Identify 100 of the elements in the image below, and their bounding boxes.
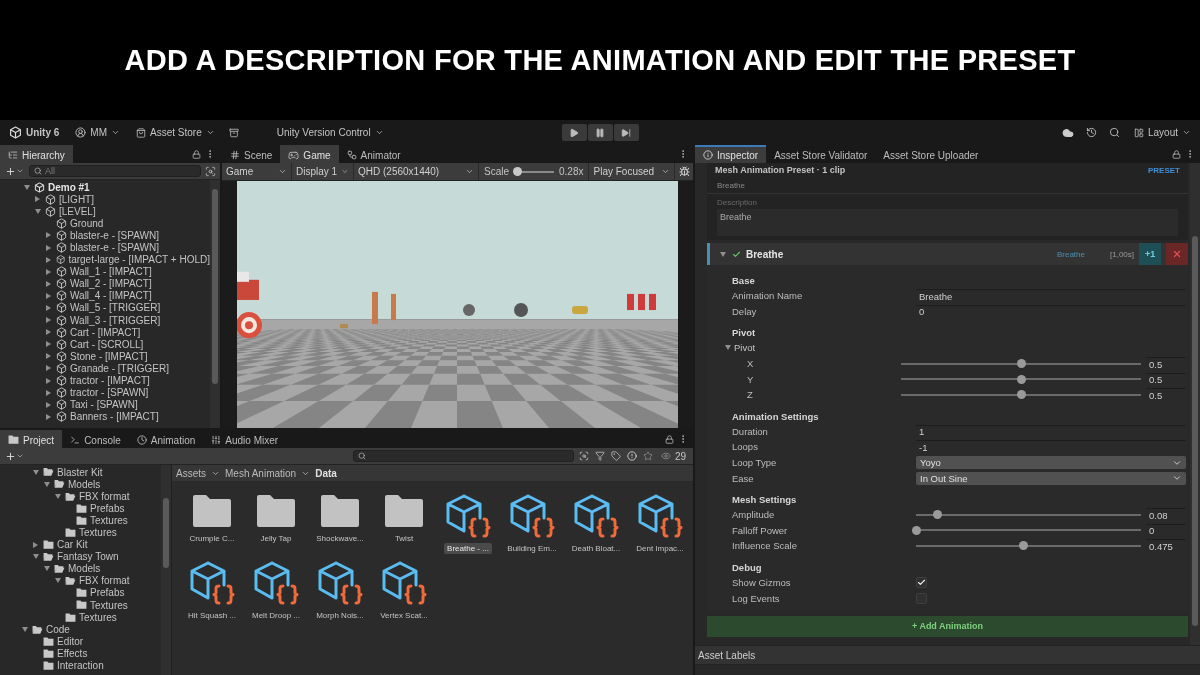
play-button[interactable] [561,124,587,141]
inspector-tab[interactable]: Inspector [695,145,767,163]
panel-tab[interactable]: Animation [128,430,204,448]
tree-arrow-icon[interactable] [54,578,61,584]
scrollbar[interactable] [161,465,171,675]
panel-tab[interactable]: Project [0,430,63,448]
tree-arrow-icon[interactable] [46,305,51,311]
tree-arrow-icon[interactable] [46,244,51,251]
slider-thumb[interactable] [1017,374,1026,384]
tree-item[interactable]: Taxi - [SPAWN] [0,398,210,411]
panel-tab[interactable]: Audio Mixer [203,430,287,448]
tree-item[interactable]: Wall_1 - [IMPACT] [0,265,210,278]
tree-arrow-icon[interactable] [46,401,51,408]
panel-tab[interactable]: Console [62,430,129,448]
tree-arrow-icon[interactable] [43,481,50,487]
number-field[interactable]: 0.5 [1146,357,1186,371]
scale-thumb[interactable] [513,167,523,176]
step-button[interactable] [613,124,639,141]
tree-item[interactable]: Banners - [IMPACT] [0,410,210,423]
tree-item[interactable]: blaster-e - [SPAWN] [0,229,210,242]
text-field[interactable]: Breathe [916,289,1186,303]
folder-item[interactable]: Car Kit [0,538,161,551]
slider-thumb[interactable] [933,510,943,520]
tree-item[interactable]: Ground [0,217,210,230]
folder-item[interactable]: Blaster Kit [0,466,161,479]
slider-thumb[interactable] [912,525,921,535]
search-field[interactable]: All [29,165,201,177]
account-button[interactable]: MM [72,125,123,140]
scene-search-button[interactable] [577,450,590,462]
asset-store-button[interactable]: Asset Store [133,125,218,140]
asset-item[interactable]: Jelly Tap [244,493,308,554]
duplicate-button[interactable]: +1 [1139,243,1161,265]
tree-arrow-icon[interactable] [32,469,39,475]
folder-item[interactable]: Prefabs [0,586,161,600]
folder-item[interactable]: Fantasy Town [0,550,161,563]
number-field[interactable]: 0.5 [1146,388,1186,402]
asset-item[interactable]: Building Em... [500,493,564,554]
tree-arrow-icon[interactable] [43,566,50,572]
version-control-button[interactable]: Unity Version Control [273,125,387,140]
alert-button[interactable] [625,450,638,462]
asset-item[interactable]: Dent Impac... [628,493,692,554]
asset-item[interactable]: Breathe - ... [436,493,500,554]
slider-thumb[interactable] [1017,359,1026,369]
inspector-tab[interactable]: Asset Store Validator [766,145,876,163]
tree-arrow-icon[interactable] [46,341,51,348]
tree-arrow-icon[interactable] [46,268,51,275]
number-field[interactable]: 0 [1146,523,1186,537]
tree-arrow-icon[interactable] [33,541,38,548]
tree-item[interactable]: Granade - [TRIGGER] [0,362,210,375]
tree-item[interactable]: Demo #1 [0,181,210,194]
slider-thumb[interactable] [1019,541,1029,551]
tree-arrow-icon[interactable] [46,292,51,299]
asset-item[interactable]: Shockwave... [308,493,372,554]
filter-button[interactable] [593,450,606,462]
folder-item[interactable]: Textures [0,514,161,527]
number-field[interactable]: 0.475 [1146,539,1186,553]
slider-thumb[interactable] [1017,390,1026,400]
number-field[interactable]: 0.08 [1146,508,1186,522]
folder-item[interactable]: Textures [0,599,161,612]
tree-arrow-icon[interactable] [46,329,51,336]
tree-item[interactable]: tractor - [IMPACT] [0,374,210,387]
play-mode-dropdown[interactable]: Play Focused [589,163,676,180]
tree-arrow-icon[interactable] [46,413,51,420]
asset-item[interactable]: Crumple C... [180,493,244,554]
tree-item[interactable]: Wall_4 - [IMPACT] [0,289,210,302]
tree-arrow-icon[interactable] [719,251,726,257]
folder-item[interactable]: FBX format [0,490,161,503]
tree-arrow-icon[interactable] [35,196,40,203]
text-field[interactable]: -1 [916,440,1186,454]
tree-item[interactable]: Stone - [IMPACT] [0,350,210,363]
tree-arrow-icon[interactable] [724,345,731,351]
tree-arrow-icon[interactable] [54,493,61,499]
checkbox[interactable] [916,577,927,588]
archive-button[interactable] [227,126,240,139]
tree-item[interactable]: Wall_3 - [TRIGGER] [0,314,210,327]
unity-button[interactable]: Unity 6 [6,124,63,141]
asset-item[interactable]: Melt Droop ... [244,560,308,621]
display-mode-dropdown[interactable]: Game [222,163,292,180]
tree-arrow-icon[interactable] [32,554,39,560]
breadcrumb-link[interactable]: Data [315,467,337,479]
remove-button[interactable] [1166,243,1188,265]
view-tab[interactable]: Scene [222,145,281,163]
number-field[interactable]: 0.5 [1146,372,1186,386]
breadcrumb-link[interactable]: Assets [176,467,206,479]
scrollbar[interactable] [1190,163,1200,645]
tree-item[interactable]: Wall_5 - [TRIGGER] [0,301,210,315]
folder-item[interactable]: Models [0,562,161,575]
text-field[interactable]: 1 [916,424,1186,438]
pause-button[interactable] [587,124,613,141]
dropdown[interactable]: Yoyo [916,456,1186,470]
enabled-check-icon[interactable] [732,249,741,259]
history-button[interactable] [1084,126,1098,139]
tree-arrow-icon[interactable] [46,256,51,263]
tree-item[interactable]: Cart - [SCROLL] [0,338,210,351]
foldout-label[interactable]: Pivot [734,342,756,354]
tree-item[interactable]: Wall_2 - [IMPACT] [0,277,210,290]
search-field[interactable] [353,450,574,462]
folder-item[interactable]: Prefabs [0,502,161,515]
tree-item[interactable]: [LEVEL] [0,205,210,218]
tree-arrow-icon[interactable] [46,377,51,384]
